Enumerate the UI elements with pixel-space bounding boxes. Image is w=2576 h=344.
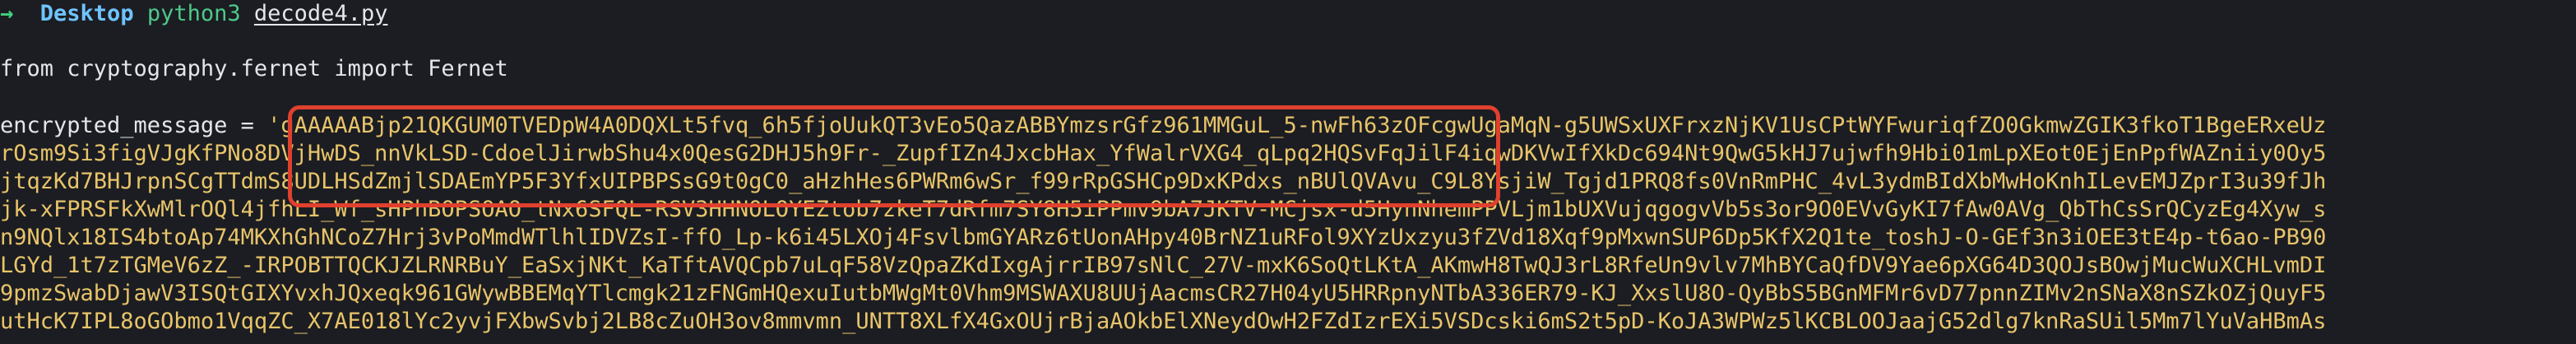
encrypted-string-line: jk-xFPRSFkXwMlrOQl4jfhLI_Wf_sHPhBOPSOAO_… xyxy=(0,197,2327,222)
encrypted-string-line: 9pmzSwabDjawV3ISQtGIXYvxhJQxeqk961GWywBB… xyxy=(0,281,2327,306)
prompt-line: → Desktop python3 decode4.py xyxy=(0,0,387,28)
encrypted-string-line: 'gAAAAABjp21QKGUM0TVEDpW4A0DQXLt5fvq_6h5… xyxy=(267,113,2327,138)
encrypted-string-line: n9NQlx18IS4btoAp74MKXhGhNCoZ7Hrj3vPoMmdW… xyxy=(0,225,2327,250)
import-line: from cryptography.fernet import Fernet xyxy=(0,56,508,81)
prompt-arrow: → xyxy=(0,1,14,26)
assign-prefix: encrypted_message = xyxy=(0,113,268,138)
prompt-argument: decode4.py xyxy=(253,1,388,26)
prompt-command: python3 xyxy=(146,1,241,26)
code-line-1: encrypted_message = 'gAAAAABjp21QKGUM0TV… xyxy=(0,112,2326,140)
encrypted-string-line: jtqzKd7BHJrpnSCgTTdmS8UDLHSdZmjlSDAEmYP5… xyxy=(0,169,2327,194)
encrypted-string-line: utHcK7IPL8oGObmo1VqqZC_X7AE018lYc2yvjFXb… xyxy=(0,309,2327,334)
terminal-window[interactable]: → Desktop python3 decode4.py from crypto… xyxy=(0,0,2576,344)
encrypted-string-line: rOsm9Si3figVJgKfPNo8DVjHwDS_nnVkLSD-Cdoe… xyxy=(0,141,2327,166)
encrypted-string-line: LGYd_1t7zTGMeV6zZ_-IRPOBTTQCKJZLRNRBuY_E… xyxy=(0,253,2327,278)
prompt-directory: Desktop xyxy=(39,1,134,26)
